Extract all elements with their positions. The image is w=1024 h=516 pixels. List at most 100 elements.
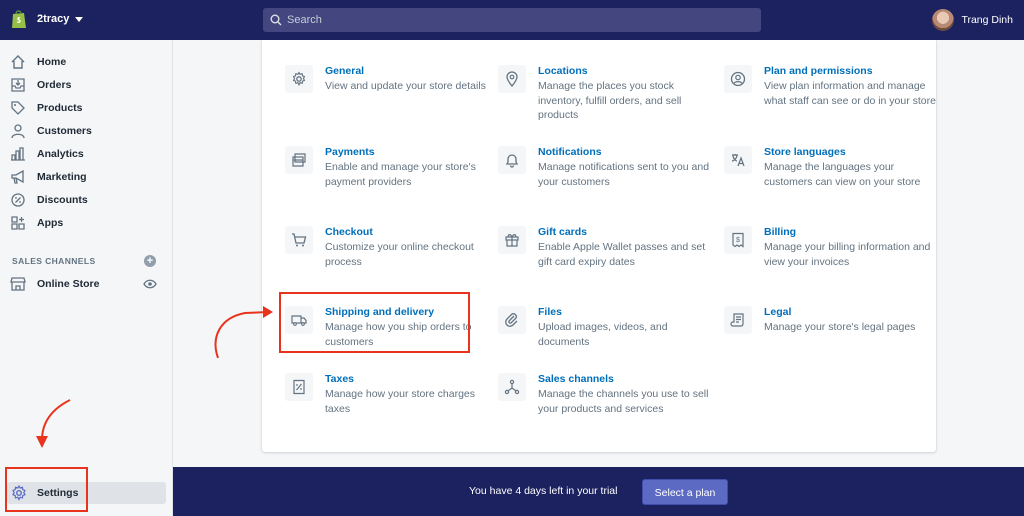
sidebar-item-marketing[interactable]: Marketing xyxy=(0,167,173,187)
setting-description: Manage how your store charges taxes xyxy=(325,388,475,415)
sidebar-item-label: Marketing xyxy=(37,171,87,183)
setting-description: Manage how you ship orders to customers xyxy=(325,321,472,348)
setting-title[interactable]: General xyxy=(325,65,364,77)
setting-description: Enable and manage your store's payment p… xyxy=(325,161,476,188)
setting-description: Manage your store's legal pages xyxy=(764,321,916,333)
credit-card-icon xyxy=(292,153,306,167)
setting-title[interactable]: Sales channels xyxy=(538,373,614,385)
setting-title[interactable]: Store languages xyxy=(764,146,846,158)
shopify-bag-icon[interactable] xyxy=(11,9,27,29)
setting-description: Enable Apple Wallet passes and set gift … xyxy=(538,241,706,268)
truck-icon xyxy=(291,315,307,326)
sidebar-item-orders[interactable]: Orders xyxy=(0,75,173,95)
eye-icon[interactable] xyxy=(143,279,157,289)
setting-title[interactable]: Files xyxy=(538,306,562,318)
setting-description: Upload images, videos, and documents xyxy=(538,321,668,348)
store-name[interactable]: 2tracy xyxy=(37,13,69,25)
setting-checkout[interactable]: Checkout Customize your online checkout … xyxy=(285,226,490,270)
location-pin-icon xyxy=(506,71,518,87)
scroll-icon xyxy=(730,313,744,327)
person-icon xyxy=(11,124,25,139)
sidebar-item-label: Customers xyxy=(37,125,92,137)
sidebar-item-settings[interactable]: Settings xyxy=(7,482,166,504)
trial-message: You have 4 days left in your trial xyxy=(469,485,618,497)
megaphone-icon xyxy=(11,169,24,184)
setting-title[interactable]: Notifications xyxy=(538,146,602,158)
setting-notifications[interactable]: Notifications Manage notifications sent … xyxy=(498,146,709,190)
setting-description: Manage the places you stock inventory, f… xyxy=(538,80,682,121)
storefront-icon xyxy=(10,277,26,291)
bar-chart-icon xyxy=(11,147,25,161)
setting-title[interactable]: Legal xyxy=(764,306,791,318)
setting-files[interactable]: Files Upload images, videos, and documen… xyxy=(498,306,703,350)
sidebar-item-label: Discounts xyxy=(37,194,88,206)
setting-description: View and update your store details xyxy=(325,80,486,92)
user-name[interactable]: Trang Dinh xyxy=(961,14,1013,26)
sales-channels-heading: SALES CHANNELS xyxy=(12,256,96,266)
setting-taxes[interactable]: Taxes Manage how your store charges taxe… xyxy=(285,373,490,417)
sidebar-item-label: Orders xyxy=(37,79,72,91)
setting-title[interactable]: Taxes xyxy=(325,373,354,385)
add-channel-icon[interactable]: + xyxy=(144,255,156,267)
user-circle-icon xyxy=(730,71,746,87)
setting-description: View plan information and manage what st… xyxy=(764,80,936,107)
sidebar-item-discounts[interactable]: Discounts xyxy=(0,190,173,210)
sidebar-item-home[interactable]: Home xyxy=(0,52,173,72)
select-plan-button[interactable]: Select a plan xyxy=(642,479,728,505)
settings-card: General View and update your store detai… xyxy=(262,40,936,452)
gift-icon xyxy=(505,234,519,247)
sidebar-item-label: Analytics xyxy=(37,148,84,160)
sidebar: Home Orders Products Customers Analytics… xyxy=(0,40,173,516)
sidebar-item-label: Online Store xyxy=(37,278,100,290)
sidebar-item-label: Home xyxy=(37,56,67,68)
setting-title[interactable]: Checkout xyxy=(325,226,373,238)
invoice-icon: $ xyxy=(732,232,744,248)
cart-icon xyxy=(292,233,307,247)
setting-shipping-and-delivery[interactable]: Shipping and delivery Manage how you shi… xyxy=(285,306,490,350)
discount-icon xyxy=(11,193,25,207)
sidebar-item-customers[interactable]: Customers xyxy=(0,121,173,141)
setting-description: Manage the languages your customers can … xyxy=(764,161,921,188)
setting-description: Manage your billing information and view… xyxy=(764,241,931,268)
setting-description: Customize your online checkout process xyxy=(325,241,474,268)
tax-receipt-icon xyxy=(293,379,305,395)
setting-title[interactable]: Plan and permissions xyxy=(764,65,873,77)
apps-icon xyxy=(11,216,25,230)
setting-general[interactable]: General View and update your store detai… xyxy=(285,65,490,109)
setting-payments[interactable]: Payments Enable and manage your store's … xyxy=(285,146,490,190)
sidebar-item-label: Apps xyxy=(37,217,64,229)
setting-locations[interactable]: Locations Manage the places you stock in… xyxy=(498,65,703,123)
chevron-down-icon[interactable] xyxy=(75,17,83,22)
top-bar: 2tracy Trang Dinh xyxy=(0,0,1024,40)
setting-plan-and-permissions[interactable]: Plan and permissions View plan informati… xyxy=(724,65,936,123)
user-menu[interactable]: Trang Dinh xyxy=(932,9,1013,31)
sidebar-item-products[interactable]: Products xyxy=(0,98,173,118)
setting-gift-cards[interactable]: Gift cards Enable Apple Wallet passes an… xyxy=(498,226,705,270)
search-icon xyxy=(270,14,282,26)
search-bar[interactable] xyxy=(263,8,761,32)
setting-title[interactable]: Gift cards xyxy=(538,226,587,238)
svg-text:$: $ xyxy=(736,237,740,244)
setting-sales-channels[interactable]: Sales channels Manage the channels you u… xyxy=(498,373,708,431)
bell-icon xyxy=(505,154,519,168)
setting-title[interactable]: Payments xyxy=(325,146,375,158)
avatar[interactable] xyxy=(932,9,955,31)
setting-title[interactable]: Billing xyxy=(764,226,796,238)
sidebar-item-analytics[interactable]: Analytics xyxy=(0,144,173,164)
gear-icon xyxy=(292,71,306,86)
sidebar-item-label: Settings xyxy=(37,487,79,499)
setting-store-languages[interactable]: Store languages Manage the languages you… xyxy=(724,146,929,204)
channels-icon xyxy=(504,379,520,395)
search-input[interactable] xyxy=(287,11,747,29)
setting-description: Manage notifications sent to you and you… xyxy=(538,161,710,188)
orders-icon xyxy=(11,78,25,92)
tag-icon xyxy=(11,101,25,115)
setting-billing[interactable]: $ Billing Manage your billing informatio… xyxy=(724,226,930,284)
sidebar-item-apps[interactable]: Apps xyxy=(0,213,173,233)
setting-title[interactable]: Locations xyxy=(538,65,588,77)
setting-title[interactable]: Shipping and delivery xyxy=(325,306,434,318)
setting-legal[interactable]: Legal Manage your store's legal pages xyxy=(724,306,929,350)
home-icon xyxy=(11,55,25,69)
translate-icon xyxy=(731,154,745,167)
sidebar-item-label: Products xyxy=(37,102,83,114)
